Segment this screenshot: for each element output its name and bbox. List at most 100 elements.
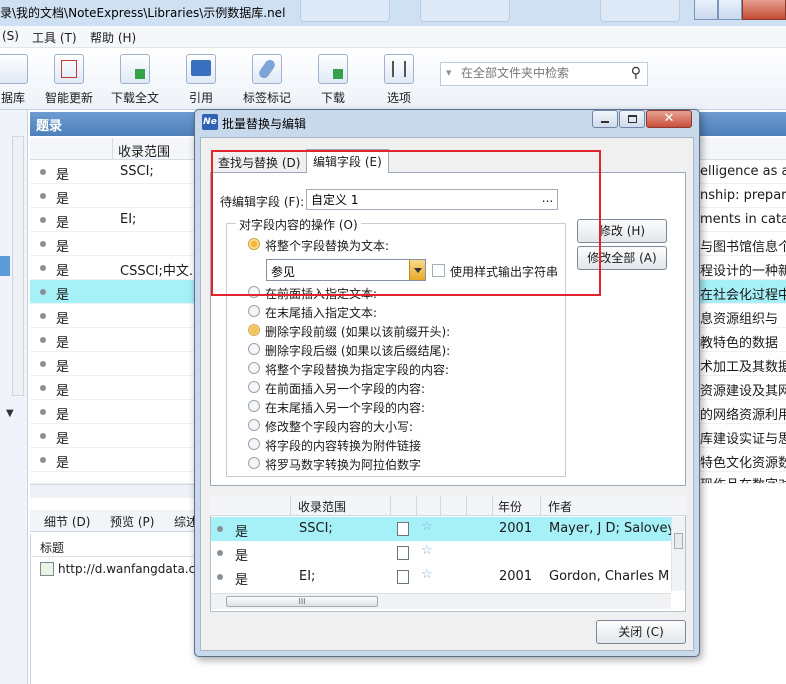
radio-prepend-text[interactable] bbox=[248, 286, 260, 298]
grid-vertical-scrollbar[interactable] bbox=[671, 517, 685, 591]
title-cell: ments in catalyt bbox=[700, 212, 786, 227]
option-label[interactable]: 将罗马数字转换为阿拉伯数字 bbox=[265, 456, 421, 473]
grid-col-year[interactable]: 年份 bbox=[498, 498, 522, 515]
document-icon[interactable] bbox=[397, 570, 409, 584]
search-input[interactable] bbox=[461, 66, 621, 80]
radio-convert-to-link[interactable] bbox=[248, 438, 260, 450]
replace-text-combobox[interactable]: 参见 bbox=[266, 259, 426, 281]
document-icon[interactable] bbox=[397, 546, 409, 560]
title-cell: 息资源组织与 bbox=[700, 312, 779, 327]
grid-col-source[interactable]: 收录范围 bbox=[298, 498, 346, 515]
replace-text-value: 参见 bbox=[271, 265, 296, 279]
dialog-maximize-button[interactable] bbox=[619, 110, 645, 128]
option-label[interactable]: 在末尾插入另一个字段的内容: bbox=[265, 399, 425, 416]
modify-button[interactable]: 修改 (H) bbox=[577, 219, 667, 243]
grid-row[interactable]: 是 ☆ bbox=[211, 541, 671, 565]
option-label[interactable]: 在前面插入指定文本: bbox=[265, 285, 377, 302]
toolbar-cite[interactable]: 引用 bbox=[166, 54, 236, 106]
field-label: 待编辑字段 (F): bbox=[220, 195, 305, 209]
link-icon bbox=[40, 562, 54, 576]
column-divider bbox=[440, 496, 441, 516]
background-tab bbox=[300, 0, 390, 22]
minimize-button[interactable] bbox=[694, 0, 718, 20]
radio-change-case[interactable] bbox=[248, 419, 260, 431]
star-icon[interactable]: ☆ bbox=[421, 519, 433, 534]
tab-edit-field[interactable]: 编辑字段 (E) bbox=[306, 149, 389, 173]
dialog-minimize-button[interactable] bbox=[592, 110, 618, 128]
modify-all-button[interactable]: 修改全部 (A) bbox=[577, 246, 667, 270]
option-label[interactable]: 将整个字段替换为指定字段的内容: bbox=[265, 361, 449, 378]
option-label[interactable]: 删除字段前缀 (如果以该前缀开头): bbox=[265, 323, 450, 340]
grid-col-author[interactable]: 作者 bbox=[548, 498, 572, 515]
detail-link[interactable]: http://d.wanfangdata.co bbox=[58, 562, 203, 576]
toolbar-options[interactable]: 选项 bbox=[364, 54, 434, 106]
flag-cell: 是 bbox=[56, 168, 70, 183]
option-label[interactable]: 删除字段后缀 (如果以该后缀结尾): bbox=[265, 342, 450, 359]
radio-replace-with-text[interactable] bbox=[248, 238, 260, 250]
radio-replace-with-field[interactable] bbox=[248, 362, 260, 374]
option-label[interactable]: 将字段的内容转换为附件链接 bbox=[265, 437, 421, 454]
search-box[interactable]: ▾ ⚲ bbox=[440, 62, 648, 86]
flag-cell: 是 bbox=[235, 525, 249, 540]
tab-detail[interactable]: 细节 (D) bbox=[44, 513, 90, 530]
toolbar-smart-update[interactable]: 智能更新 bbox=[34, 54, 104, 106]
search-icon[interactable]: ⚲ bbox=[631, 65, 641, 81]
chevron-down-icon[interactable]: ▼ bbox=[6, 408, 14, 419]
style-output-checkbox[interactable] bbox=[432, 264, 445, 277]
maximize-button[interactable] bbox=[718, 0, 742, 20]
list-horizontal-scrollbar[interactable] bbox=[30, 484, 200, 498]
search-scope-icon[interactable]: ▾ bbox=[446, 66, 452, 79]
grid-scroll-thumb[interactable]: III bbox=[226, 596, 378, 607]
title-cell: 教特色的数据 bbox=[700, 336, 779, 351]
tab-find-replace[interactable]: 查找与替换 (D) bbox=[212, 151, 306, 173]
flag-cell: 是 bbox=[56, 408, 70, 423]
cite-icon bbox=[186, 54, 216, 84]
toolbar-label: 选项 bbox=[386, 91, 411, 105]
column-divider bbox=[492, 496, 493, 516]
dropdown-arrow-icon[interactable] bbox=[409, 260, 425, 280]
title-cell: 在社会化过程中 bbox=[700, 288, 786, 303]
flag-cell: 是 bbox=[235, 549, 249, 564]
radio-remove-prefix[interactable] bbox=[248, 324, 260, 336]
flag-cell: 是 bbox=[56, 336, 70, 351]
dialog-close-x-button[interactable]: ✕ bbox=[646, 110, 692, 128]
sidebar-scrollbar[interactable] bbox=[12, 136, 24, 396]
close-button[interactable]: 关闭 (C) bbox=[596, 620, 686, 644]
flag-cell: 是 bbox=[56, 312, 70, 327]
column-divider bbox=[540, 496, 541, 516]
grid-row[interactable]: 是 EI; ☆ 2001 Gordon, Charles M bbox=[211, 565, 671, 589]
column-divider bbox=[466, 496, 467, 516]
option-label[interactable]: 在前面插入另一个字段的内容: bbox=[265, 380, 425, 397]
field-picker-button[interactable]: ... bbox=[538, 190, 557, 209]
grid-row-selected[interactable]: 是 SSCI; ☆ 2001 Mayer, J D; Salovey, bbox=[211, 517, 679, 541]
radio-prepend-field[interactable] bbox=[248, 381, 260, 393]
option-label[interactable]: 在末尾插入指定文本: bbox=[265, 304, 377, 321]
title-cell: 术加工及其数据 bbox=[700, 360, 786, 375]
radio-roman-to-arabic[interactable] bbox=[248, 457, 260, 469]
field-to-edit-input[interactable] bbox=[306, 189, 558, 210]
title-cell: 的网络资源利用 bbox=[700, 408, 786, 423]
source-cell: SSCI; bbox=[120, 164, 154, 179]
close-window-button[interactable] bbox=[742, 0, 786, 20]
toolbar-label: 标签标记 bbox=[242, 91, 291, 105]
document-icon[interactable] bbox=[397, 522, 409, 536]
option-label[interactable]: 将整个字段替换为文本: bbox=[265, 237, 389, 254]
options-icon bbox=[384, 54, 414, 84]
menu-item-tools[interactable]: 工具 (T) bbox=[32, 29, 77, 46]
year-cell: 2001 bbox=[499, 521, 533, 536]
toolbar-download[interactable]: 下载 bbox=[298, 54, 368, 106]
divider bbox=[30, 556, 200, 557]
star-icon[interactable]: ☆ bbox=[421, 567, 433, 582]
tab-preview[interactable]: 预览 (P) bbox=[110, 513, 154, 530]
menu-item-help[interactable]: 帮助 (H) bbox=[90, 29, 136, 46]
toolbar-download-fulltext[interactable]: 下载全文 bbox=[100, 54, 170, 106]
star-icon[interactable]: ☆ bbox=[421, 543, 433, 558]
option-label[interactable]: 修改整个字段内容的大小写: bbox=[265, 418, 413, 435]
radio-append-field[interactable] bbox=[248, 400, 260, 412]
column-divider bbox=[416, 496, 417, 516]
toolbar-tag[interactable]: 标签标记 bbox=[232, 54, 302, 106]
menu-item-search[interactable]: (S) bbox=[2, 29, 19, 43]
radio-remove-suffix[interactable] bbox=[248, 343, 260, 355]
column-source[interactable]: 收录范围 bbox=[118, 141, 170, 160]
radio-append-text[interactable] bbox=[248, 305, 260, 317]
